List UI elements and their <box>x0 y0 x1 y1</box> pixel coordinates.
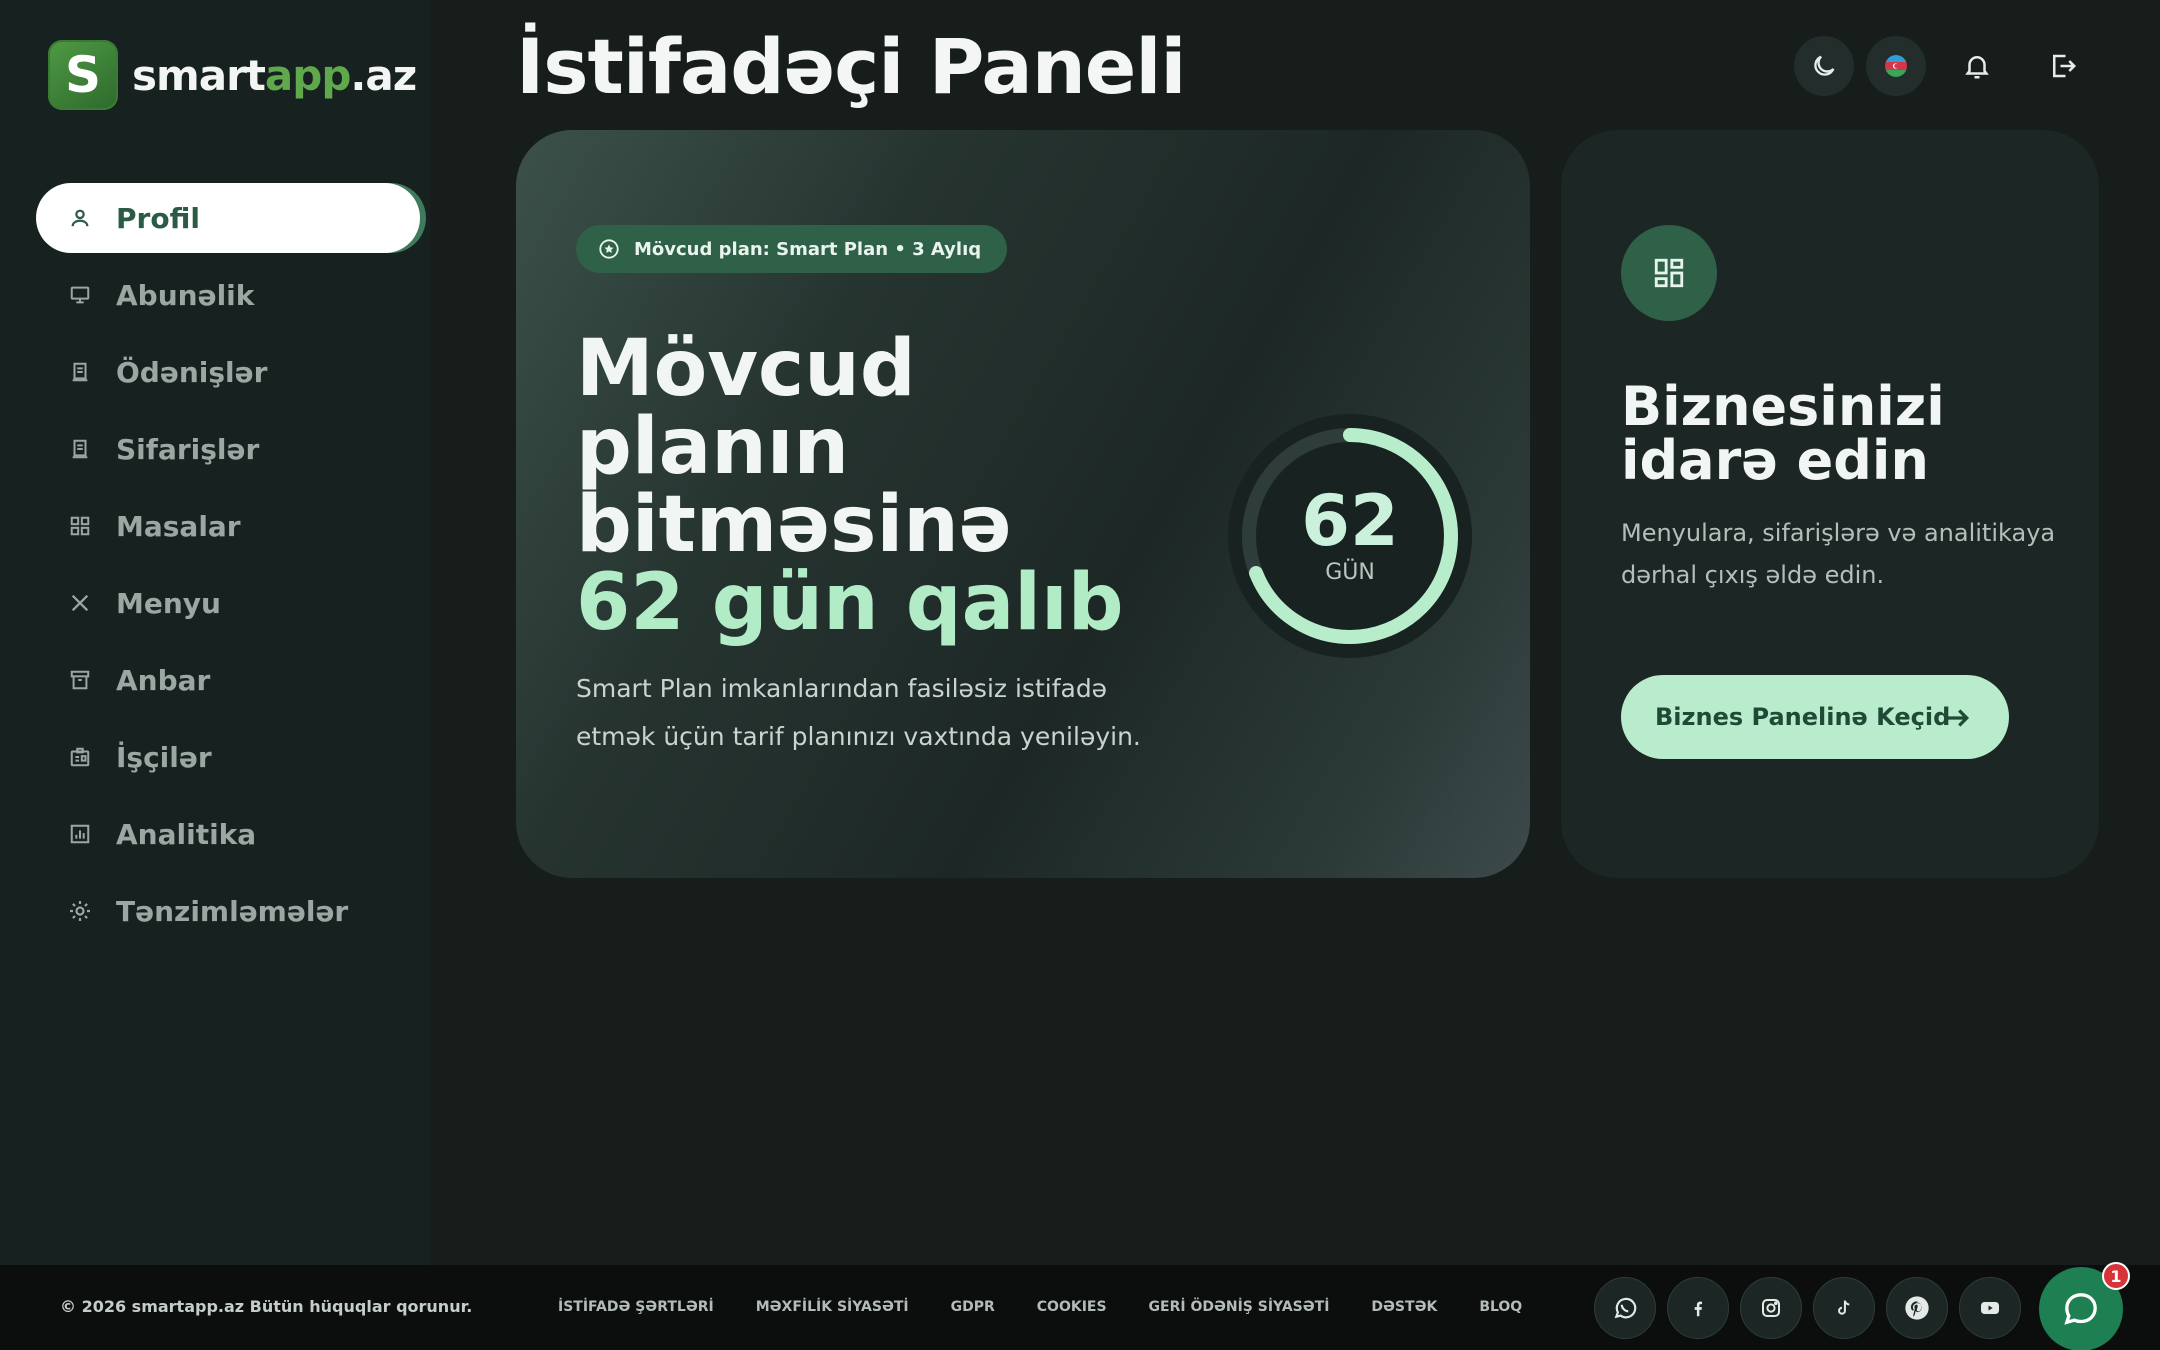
grid-icon <box>68 514 92 538</box>
archive-icon <box>68 668 92 692</box>
sidebar-item-label: Menyu <box>116 586 221 620</box>
footer-link-refund[interactable]: GERİ ÖDƏNİŞ SİYASƏTİ <box>1149 1299 1330 1315</box>
sidebar-item-abunelik[interactable]: Abunəlik <box>36 260 420 330</box>
brand-logo[interactable]: S smartapp.az <box>48 40 417 110</box>
ring-days-value: 62 <box>1301 480 1399 562</box>
pinterest-icon <box>1903 1294 1931 1322</box>
chat-unread-badge: 1 <box>2102 1262 2130 1290</box>
notifications-button[interactable] <box>1947 36 2007 96</box>
whatsapp-button[interactable] <box>1594 1277 1656 1339</box>
brand-name-suffix: .az <box>350 50 417 100</box>
utensils-icon <box>68 591 92 615</box>
sidebar-item-menyu[interactable]: Menyu <box>36 568 420 638</box>
moon-icon <box>1810 52 1838 80</box>
business-panel-button[interactable]: Biznes Panelinə Keçid <box>1621 675 2009 759</box>
business-card-title: Biznesinizi idarə edin <box>1621 375 1945 492</box>
footer-link-support[interactable]: DƏSTƏK <box>1371 1299 1437 1315</box>
sidebar-item-sifarisler[interactable]: Sifarişlər <box>36 414 420 484</box>
logout-button[interactable] <box>2033 36 2093 96</box>
social-links <box>1594 1277 2032 1339</box>
tiktok-button[interactable] <box>1813 1277 1875 1339</box>
youtube-button[interactable] <box>1959 1277 2021 1339</box>
sidebar-item-label: Ödənişlər <box>116 355 268 389</box>
hero-days: 62 <box>576 558 685 648</box>
pinterest-button[interactable] <box>1886 1277 1948 1339</box>
business-panel-button-label: Biznes Panelinə Keçid <box>1655 703 1951 731</box>
footer-link-blog[interactable]: BLOQ <box>1479 1299 1522 1315</box>
sidebar-nav: Profil Abunəlik Ödənişlər Sifarişlər Mas… <box>36 183 420 953</box>
sidebar: S smartapp.az Profil Abunəlik Ödənişlər <box>0 0 430 1265</box>
business-card-description: Menyulara, sifarişlərə və analitikaya də… <box>1621 519 2056 589</box>
whatsapp-icon <box>1612 1295 1638 1321</box>
language-button[interactable] <box>1866 36 1926 96</box>
sidebar-item-label: Masalar <box>116 509 241 543</box>
business-panel-card: Biznesinizi idarə edin Menyulara, sifari… <box>1561 130 2099 878</box>
footer-links: İSTİFADƏ ŞƏRTLƏRİ MƏXFİLİK SİYASƏTİ GDPR… <box>558 1299 1564 1315</box>
arrow-right-icon <box>1943 703 1973 733</box>
sidebar-item-label: Tənzimləmələr <box>116 894 349 928</box>
renewal-hint: Smart Plan imkanlarından fasiləsiz istif… <box>576 674 1141 751</box>
plan-status-card: Mövcud plan: Smart Plan • 3 Aylıq Mövcud… <box>516 130 1530 878</box>
sidebar-item-label: Abunəlik <box>116 278 255 312</box>
tiktok-icon <box>1833 1297 1855 1319</box>
youtube-icon <box>1978 1296 2002 1320</box>
days-remaining-headline: Mövcud planın bitməsinə 62 gün qalıb <box>576 330 1136 642</box>
azerbaijan-flag-icon <box>1884 54 1908 78</box>
footer: © 2026 smartapp.az Bütün hüquqlar qorunu… <box>0 1265 2160 1350</box>
brand-name-main: smart <box>132 50 266 100</box>
brand-name: smartapp.az <box>132 50 417 100</box>
footer-link-gdpr[interactable]: GDPR <box>951 1299 995 1315</box>
footer-link-cookies[interactable]: COOKIES <box>1037 1299 1107 1315</box>
sidebar-item-masalar[interactable]: Masalar <box>36 491 420 561</box>
current-plan-badge: Mövcud plan: Smart Plan • 3 Aylıq <box>576 225 1008 273</box>
facebook-button[interactable] <box>1667 1277 1729 1339</box>
bell-icon <box>1962 51 1992 81</box>
sidebar-item-label: Anbar <box>116 663 211 697</box>
sidebar-item-odenisler[interactable]: Ödənişlər <box>36 337 420 407</box>
sidebar-item-analitika[interactable]: Analitika <box>36 799 420 869</box>
copyright-text: © 2026 smartapp.az Bütün hüquqlar qorunu… <box>60 1297 473 1316</box>
logo-mark-icon: S <box>48 40 118 110</box>
orders-icon <box>68 437 92 461</box>
footer-link-terms[interactable]: İSTİFADƏ ŞƏRTLƏRİ <box>558 1299 714 1315</box>
badge-icon <box>68 745 92 769</box>
page-title: İstifadəçi Paneli <box>516 22 1186 111</box>
user-icon <box>68 206 92 230</box>
theme-toggle-button[interactable] <box>1794 36 1854 96</box>
star-badge-icon <box>598 238 620 260</box>
chart-icon <box>68 822 92 846</box>
chat-bubble-icon <box>2061 1289 2101 1329</box>
ring-days-unit: GÜN <box>1325 560 1375 585</box>
sidebar-item-label: Sifarişlər <box>116 432 260 466</box>
receipt-icon <box>68 360 92 384</box>
footer-link-privacy[interactable]: MƏXFİLİK SİYASƏTİ <box>756 1299 909 1315</box>
logout-icon <box>2048 51 2078 81</box>
gear-icon <box>68 899 92 923</box>
sidebar-item-tenzimlemeler[interactable]: Tənzimləmələr <box>36 876 420 946</box>
sidebar-item-label: İşçilər <box>116 740 212 774</box>
sidebar-item-profil[interactable]: Profil <box>36 183 420 253</box>
facebook-icon <box>1687 1297 1709 1319</box>
instagram-icon <box>1759 1296 1783 1320</box>
brand-name-accent: app <box>264 50 351 100</box>
sidebar-item-label: Profil <box>116 201 200 235</box>
current-plan-text: Mövcud plan: Smart Plan • 3 Aylıq <box>634 238 982 260</box>
sidebar-item-label: Analitika <box>116 817 257 851</box>
sidebar-item-anbar[interactable]: Anbar <box>36 645 420 715</box>
dashboard-icon <box>1621 225 1717 321</box>
subscription-icon <box>68 283 92 307</box>
hero-suffix: gün qalıb <box>711 558 1124 648</box>
hero-prefix: Mövcud planın bitməsinə <box>576 324 1012 570</box>
instagram-button[interactable] <box>1740 1277 1802 1339</box>
sidebar-item-isciler[interactable]: İşçilər <box>36 722 420 792</box>
